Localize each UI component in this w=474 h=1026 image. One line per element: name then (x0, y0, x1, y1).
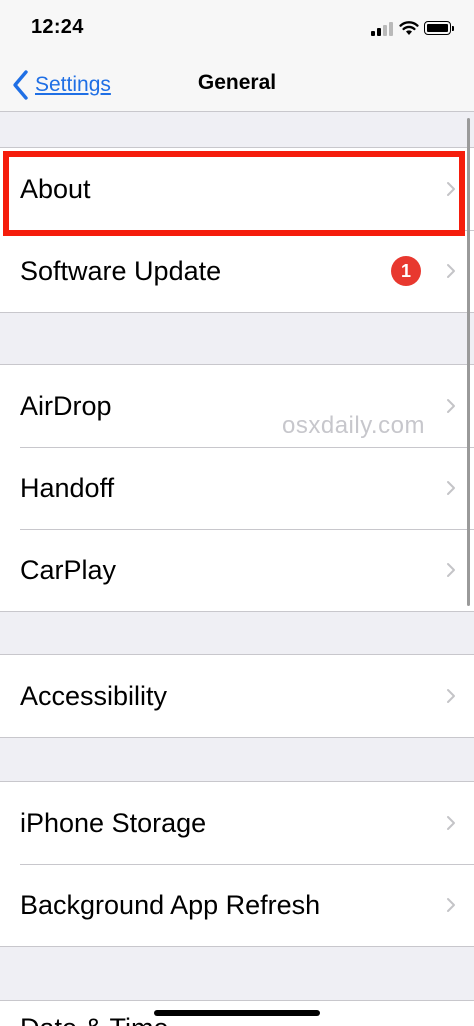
chevron-right-icon (447, 816, 455, 830)
chevron-right-icon (447, 563, 455, 577)
scrollbar[interactable] (467, 118, 470, 606)
row-label: Software Update (20, 255, 222, 286)
signal-icon (371, 22, 393, 36)
row-label: AirDrop (20, 390, 112, 421)
battery-icon (424, 21, 454, 35)
settings-group-4: iPhone Storage Background App Refresh (0, 781, 474, 947)
row-label: CarPlay (20, 554, 117, 585)
row-label: Date & Time (20, 1013, 169, 1026)
row-handoff[interactable]: Handoff (0, 447, 474, 529)
chevron-right-icon (447, 481, 455, 495)
status-bar: 12:24 (0, 0, 474, 58)
notification-badge: 1 (391, 256, 421, 286)
row-label: Accessibility (20, 680, 168, 711)
row-background-app-refresh[interactable]: Background App Refresh (0, 864, 474, 946)
chevron-right-icon (447, 264, 455, 278)
row-label: About (20, 173, 91, 204)
row-label: Background App Refresh (20, 889, 321, 920)
home-indicator[interactable] (154, 1010, 320, 1016)
chevron-right-icon (447, 182, 455, 196)
settings-group-1: About Software Update 1 (0, 147, 474, 313)
row-about[interactable]: About (0, 148, 474, 230)
chevron-right-icon (447, 399, 455, 413)
settings-group-2: AirDrop Handoff CarPlay (0, 364, 474, 612)
navigation-bar: Settings General (0, 58, 474, 112)
chevron-right-icon (447, 689, 455, 703)
watermark: osxdaily.com (282, 412, 425, 439)
row-label: Handoff (20, 472, 115, 503)
chevron-right-icon (447, 898, 455, 912)
page-title: General (197, 71, 277, 94)
row-iphone-storage[interactable]: iPhone Storage (0, 782, 474, 864)
row-carplay[interactable]: CarPlay (0, 529, 474, 611)
status-time: 12:24 (31, 16, 84, 38)
row-software-update[interactable]: Software Update 1 (0, 230, 474, 312)
settings-group-3: Accessibility (0, 654, 474, 738)
row-label: iPhone Storage (20, 807, 207, 838)
row-accessibility[interactable]: Accessibility (0, 655, 474, 737)
wifi-icon (399, 21, 419, 35)
